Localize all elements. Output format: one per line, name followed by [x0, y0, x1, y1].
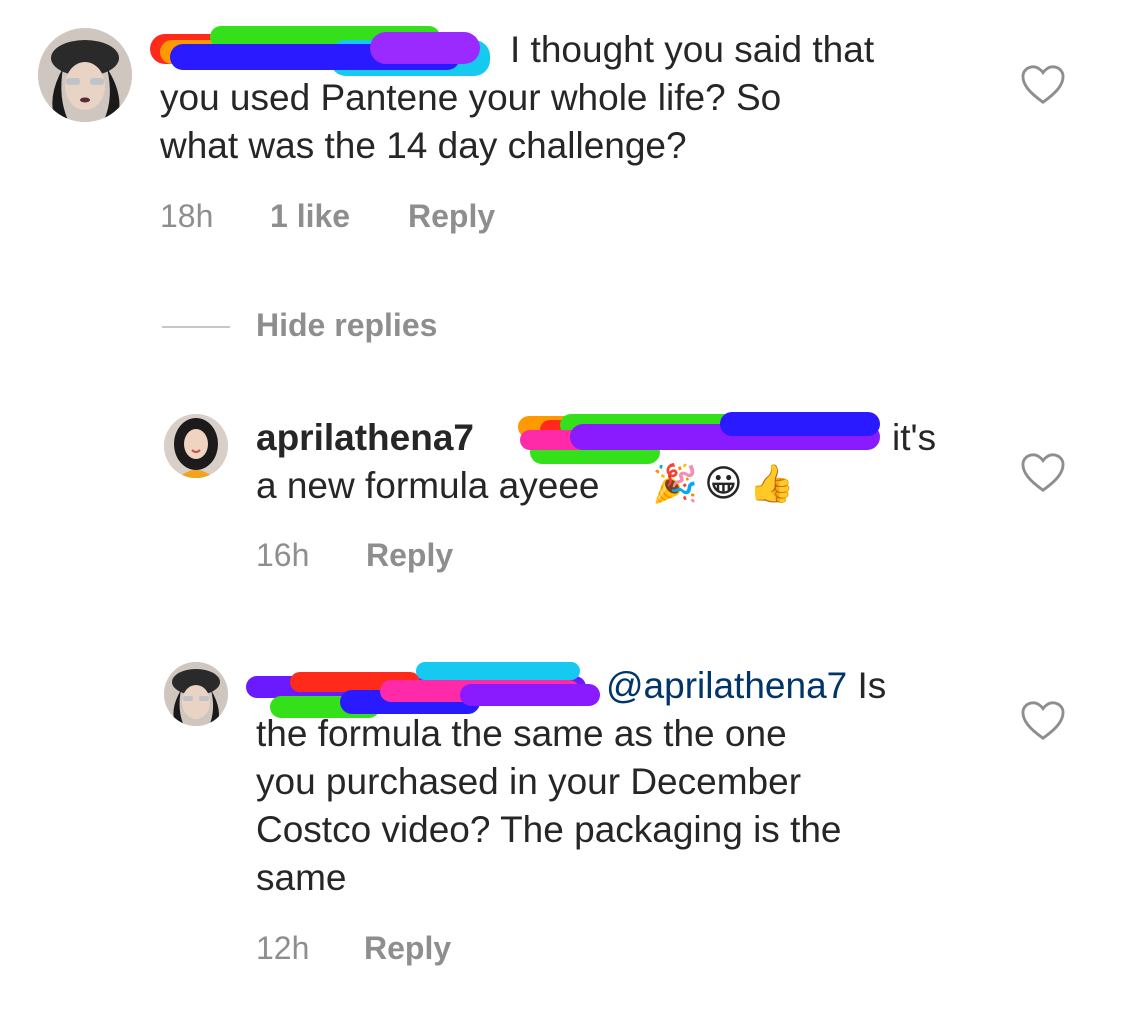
reply-text-line2: the formula the same as the one	[256, 713, 787, 754]
like-button[interactable]	[1020, 452, 1066, 499]
reply-reply-button[interactable]: Reply	[364, 930, 451, 967]
commenter-avatar[interactable]	[38, 28, 132, 122]
reply-username[interactable]: aprilathena7	[256, 417, 474, 458]
heart-outline-icon	[1021, 453, 1065, 492]
reply-text-line4: Costco video? The packaging is the	[256, 809, 842, 850]
like-button[interactable]	[1020, 64, 1066, 111]
reply-text-line5: same	[256, 857, 347, 898]
reply-avatar-commenter[interactable]	[164, 662, 228, 726]
reply-text-line2: a new formula ayeee	[256, 465, 600, 506]
reply-avatar-aprilathena7[interactable]	[164, 414, 228, 478]
reply-text-line3: you purchased in your December	[256, 761, 802, 802]
reply-timestamp: 16h	[256, 537, 310, 573]
heart-outline-icon	[1021, 65, 1065, 104]
comment-timestamp: 18h	[160, 198, 214, 234]
heart-outline-icon	[1021, 701, 1065, 740]
reply-timestamp: 12h	[256, 930, 310, 966]
reply-emojis: 🎉😀👍	[652, 462, 801, 505]
comment-reply-button[interactable]: Reply	[408, 198, 495, 235]
reply-reply-button[interactable]: Reply	[366, 537, 453, 574]
hide-replies-label[interactable]: Hide replies	[256, 307, 437, 344]
comment-text-line3: what was the 14 day challenge?	[160, 125, 687, 166]
like-button[interactable]	[1020, 700, 1066, 747]
reply-text-end1: Is	[857, 665, 887, 706]
reply-text-end1: it's	[892, 417, 937, 458]
reply-mention-link[interactable]: @aprilathena7	[606, 665, 847, 706]
replies-divider	[162, 326, 230, 328]
comment-text-line2: you used Pantene your whole life? So	[160, 77, 782, 118]
comment-like-count[interactable]: 1 like	[270, 198, 350, 235]
comment-text-line1: I thought you said that	[510, 29, 875, 70]
